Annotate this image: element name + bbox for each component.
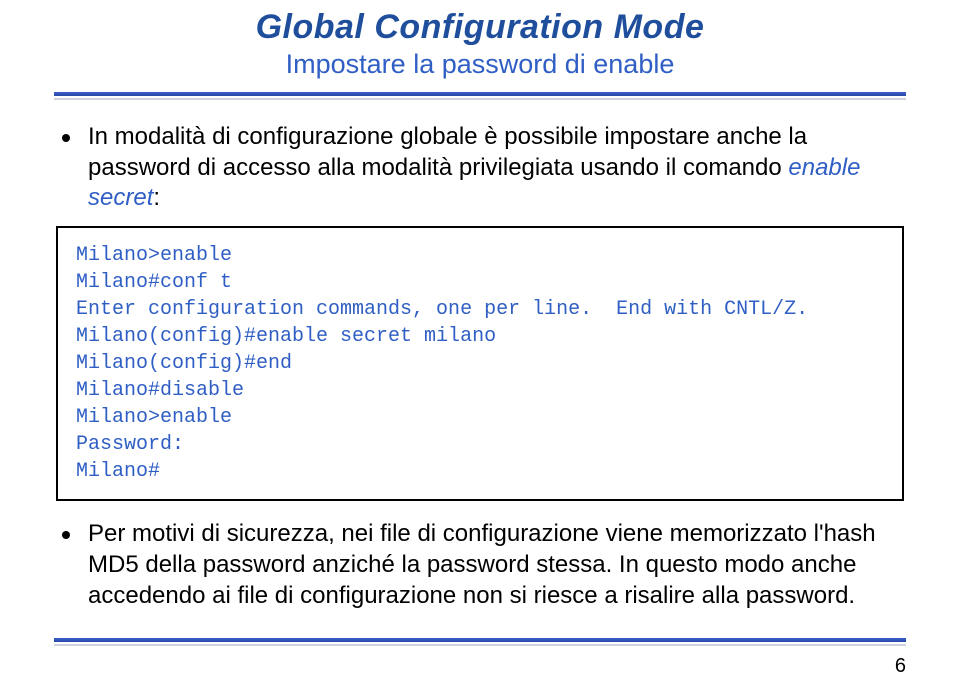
header-divider (54, 92, 906, 100)
code-line: Password: (76, 431, 888, 458)
slide-title: Global Configuration Mode (54, 8, 906, 47)
page-number: 6 (895, 655, 906, 678)
content-list-lower: Per motivi di sicurezza, nei file di con… (54, 519, 906, 611)
code-line: Milano(config)#enable secret milano (76, 323, 888, 350)
intro-text-suffix: : (153, 184, 160, 211)
code-line: Milano>enable (76, 404, 888, 431)
intro-text-prefix: In modalità di configurazione globale è … (88, 123, 807, 181)
divider-bar-primary (54, 92, 906, 96)
divider-bar-secondary (54, 644, 906, 646)
list-item: In modalità di configurazione globale è … (60, 122, 900, 214)
intro-paragraph: In modalità di configurazione globale è … (88, 122, 900, 214)
terminal-code-block: Milano>enableMilano#conf tEnter configur… (56, 226, 904, 501)
code-line: Enter configuration commands, one per li… (76, 296, 888, 323)
list-item: Per motivi di sicurezza, nei file di con… (60, 519, 900, 611)
bullet-icon (62, 531, 70, 539)
bullet-icon (62, 134, 70, 142)
code-line: Milano#disable (76, 377, 888, 404)
closing-paragraph: Per motivi di sicurezza, nei file di con… (88, 519, 900, 611)
code-line: Milano# (76, 458, 888, 485)
footer-divider (54, 638, 906, 646)
slide-page: Global Configuration Mode Impostare la p… (0, 0, 960, 694)
slide-subtitle: Impostare la password di enable (54, 49, 906, 80)
code-line: Milano#conf t (76, 269, 888, 296)
divider-bar-secondary (54, 98, 906, 100)
divider-bar-primary (54, 638, 906, 642)
code-line: Milano>enable (76, 242, 888, 269)
content-list: In modalità di configurazione globale è … (54, 122, 906, 214)
title-block: Global Configuration Mode Impostare la p… (54, 8, 906, 80)
code-line: Milano(config)#end (76, 350, 888, 377)
